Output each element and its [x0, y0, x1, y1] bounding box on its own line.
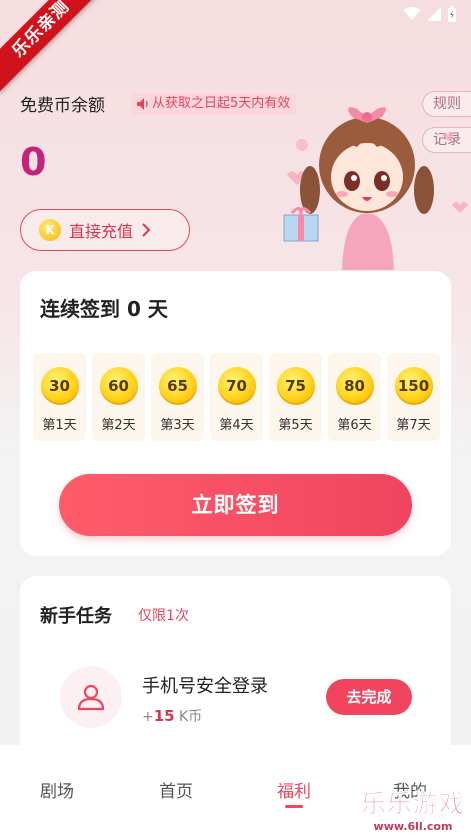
tasks-title: 新手任务	[40, 606, 112, 627]
day-label: 第7天	[396, 418, 431, 433]
user-icon	[77, 684, 105, 711]
reward-unit: K币	[174, 709, 203, 725]
day-label: 第4天	[219, 418, 254, 433]
coin-icon: 65	[158, 367, 197, 405]
balance-label: 免费币余额	[20, 96, 105, 116]
chevron-right-icon	[142, 223, 151, 237]
task-icon-circle	[60, 666, 122, 728]
task-reward: +15 K币	[142, 706, 202, 726]
task-name: 手机号安全登录	[142, 676, 268, 697]
signal-icon	[427, 7, 441, 21]
day-label: 第5天	[278, 418, 313, 433]
anime-girl-illustration	[283, 107, 468, 270]
validity-text: 从获取之日起5天内有效	[152, 96, 291, 111]
tab-theater[interactable]: 剧场	[40, 777, 74, 802]
signin-now-button[interactable]: 立即签到	[59, 474, 412, 536]
validity-tag: 从获取之日起5天内有效	[131, 93, 297, 115]
checkin-days: 30 第1天 60 第2天 65 第3天 70 第4天 75 第5天 80 第6…	[33, 353, 440, 441]
checkin-day-5[interactable]: 75 第5天	[269, 353, 322, 441]
checkin-day-2[interactable]: 60 第2天	[92, 353, 145, 441]
coin-icon: 80	[335, 367, 374, 405]
checkin-streak-title: 连续签到 0 天	[40, 297, 168, 321]
watermark-text: 乐乐游戏	[360, 789, 465, 819]
recharge-label: 直接充值	[69, 222, 134, 241]
checkin-day-1[interactable]: 30 第1天	[33, 353, 86, 441]
tasks-limit: 仅限1次	[138, 608, 189, 624]
speaker-icon	[137, 98, 148, 110]
coin-icon: 30	[40, 367, 79, 405]
checkin-day-7[interactable]: 150 第7天	[387, 353, 440, 441]
checkin-card: 连续签到 0 天 30 第1天 60 第2天 65 第3天 70 第4天 75 …	[20, 271, 451, 556]
active-tab-indicator	[285, 805, 303, 808]
day-label: 第6天	[337, 418, 372, 433]
day-label: 第3天	[160, 418, 195, 433]
recharge-button[interactable]: K 直接充值	[20, 209, 190, 251]
k-coin-icon: K	[39, 219, 61, 241]
tab-welfare[interactable]: 福利	[277, 777, 311, 802]
balance-value: 0	[20, 140, 47, 184]
reward-prefix: +	[142, 709, 154, 725]
go-complete-button[interactable]: 去完成	[326, 679, 412, 715]
watermark: 乐乐游戏 www.6ll.com	[361, 784, 465, 833]
coin-icon: 75	[276, 367, 315, 405]
coin-icon: 70	[217, 367, 256, 405]
battery-icon	[448, 6, 456, 22]
day-label: 第1天	[42, 418, 77, 433]
day-label: 第2天	[101, 418, 136, 433]
coin-icon: 60	[99, 367, 138, 405]
tab-home[interactable]: 首页	[159, 777, 193, 802]
coin-icon: 150	[394, 367, 433, 405]
watermark-url: www.6ll.com	[373, 820, 453, 833]
checkin-day-3[interactable]: 65 第3天	[151, 353, 204, 441]
reward-amount: 15	[153, 707, 175, 725]
status-icons	[403, 6, 457, 22]
checkin-day-4[interactable]: 70 第4天	[210, 353, 263, 441]
wifi-icon	[403, 7, 421, 20]
checkin-day-6[interactable]: 80 第6天	[328, 353, 381, 441]
